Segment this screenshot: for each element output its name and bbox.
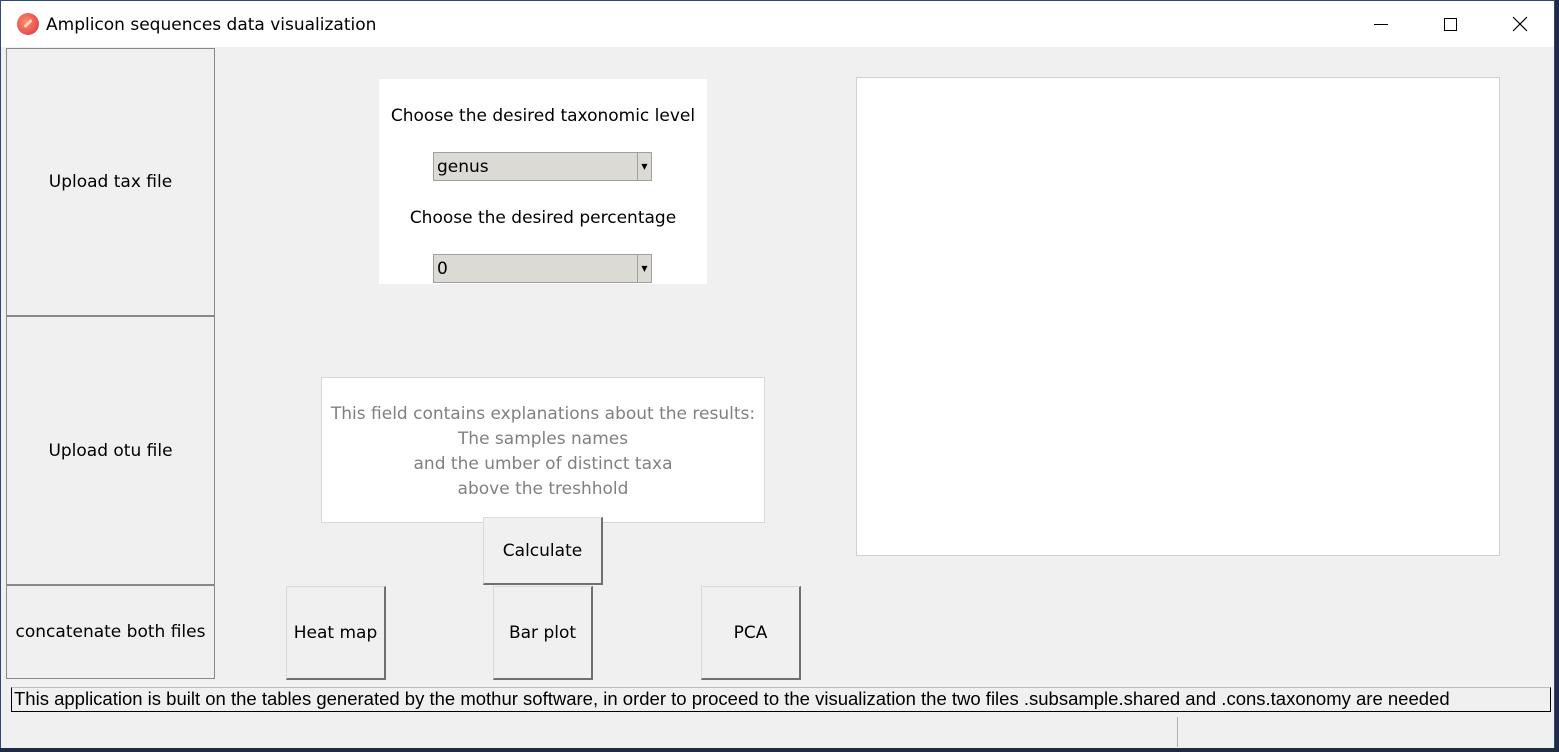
taxonomic-level-select[interactable]: genus ▼ <box>433 152 652 181</box>
taxonomic-level-label: Choose the desired taxonomic level <box>390 106 696 126</box>
upload-tax-button[interactable]: Upload tax file <box>6 48 215 316</box>
window-title: Amplicon sequences data visualization <box>46 15 377 35</box>
results-line-4: above the treshhold <box>457 479 629 499</box>
app-window: Amplicon sequences data visualization Up… <box>0 0 1555 748</box>
title-bar: Amplicon sequences data visualization <box>1 1 1554 47</box>
results-text-field[interactable]: This field contains explanations about t… <box>321 377 765 523</box>
heat-map-button[interactable]: Heat map <box>286 586 386 680</box>
taxonomic-level-value: genus <box>437 157 489 177</box>
minimize-button[interactable] <box>1346 1 1416 47</box>
pca-label: PCA <box>733 622 768 643</box>
app-icon <box>17 13 39 35</box>
status-message: This application is built on the tables … <box>11 687 1551 712</box>
pca-button[interactable]: PCA <box>701 586 801 680</box>
concatenate-button[interactable]: concatenate both files <box>6 585 215 679</box>
bar-plot-label: Bar plot <box>508 622 577 643</box>
upload-otu-label: Upload otu file <box>48 440 173 461</box>
chevron-down-icon[interactable]: ▼ <box>637 153 651 180</box>
chevron-down-icon[interactable]: ▼ <box>637 255 651 282</box>
plot-canvas[interactable] <box>856 77 1500 556</box>
status-divider <box>1177 717 1178 747</box>
minimize-icon <box>1374 23 1388 25</box>
upload-tax-label: Upload tax file <box>48 172 173 192</box>
maximize-icon <box>1443 17 1457 31</box>
heat-map-label: Heat map <box>293 622 378 643</box>
calculate-label: Calculate <box>502 540 583 561</box>
calculate-button[interactable]: Calculate <box>483 517 603 585</box>
percentage-label: Choose the desired percentage <box>409 208 677 228</box>
maximize-button[interactable] <box>1415 1 1485 47</box>
upload-otu-button[interactable]: Upload otu file <box>6 316 215 585</box>
percentage-select[interactable]: 0 ▼ <box>433 254 652 283</box>
bar-plot-button[interactable]: Bar plot <box>493 586 593 680</box>
concatenate-label: concatenate both files <box>15 622 206 642</box>
close-icon <box>1512 16 1528 32</box>
results-line-1: This field contains explanations about t… <box>330 404 756 424</box>
close-button[interactable] <box>1485 1 1555 47</box>
results-line-3: and the umber of distinct taxa <box>413 454 673 474</box>
results-line-2: The samples names <box>457 429 629 449</box>
percentage-value: 0 <box>437 259 448 279</box>
status-bar <box>1 714 1554 748</box>
